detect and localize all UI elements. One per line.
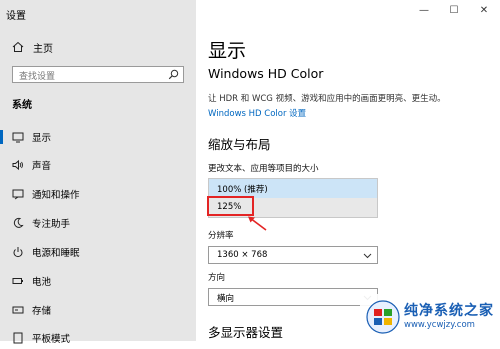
sidebar-item-focus-assist[interactable]: 专注助手	[0, 212, 196, 234]
pointer-arrow-icon	[248, 216, 267, 231]
search-input[interactable]: 查找设置	[12, 66, 184, 83]
windows-logo-icon	[366, 300, 400, 334]
orientation-label: 方向	[208, 273, 226, 283]
sidebar-item-display[interactable]: 显示	[0, 126, 196, 148]
sidebar-item-sound[interactable]: 声音	[0, 154, 196, 176]
scale-layout-heading: 缩放与布局	[208, 137, 271, 152]
resolution-value: 1360 × 768	[217, 250, 268, 260]
scale-option-label: 100% (推荐)	[217, 185, 268, 195]
sidebar-item-storage[interactable]: 存储	[0, 299, 196, 321]
maximize-button[interactable]: ☐	[443, 2, 465, 20]
watermark-url: www.ycwjzy.com	[404, 320, 475, 330]
chevron-down-icon	[363, 253, 372, 259]
hd-color-heading: Windows HD Color	[208, 66, 324, 81]
resolution-dropdown[interactable]: 1360 × 768	[208, 246, 378, 264]
scale-label: 更改文本、应用等项目的大小	[208, 164, 319, 174]
search-placeholder: 查找设置	[19, 72, 56, 82]
sidebar: 设置 主页 查找设置 系统 显示 声音 通知和操作 专注助手 电源和睡眠 电池 …	[0, 0, 196, 345]
sidebar-item-notifications[interactable]: 通知和操作	[0, 183, 196, 205]
tablet-icon	[13, 332, 23, 344]
window-title: 设置	[6, 11, 26, 22]
home-label: 主页	[33, 43, 53, 55]
sidebar-item-label: 显示	[32, 133, 52, 144]
moon-icon	[13, 217, 24, 228]
sidebar-item-label: 存储	[32, 306, 52, 317]
orientation-value: 横向	[217, 294, 235, 304]
sidebar-item-tablet-mode[interactable]: 平板模式	[0, 327, 196, 349]
hd-color-description: 让 HDR 和 WCG 视频、游戏和应用中的画面更明亮、更生动。	[208, 94, 446, 104]
speaker-icon	[12, 159, 23, 171]
sidebar-item-label: 平板模式	[32, 334, 71, 345]
hd-color-settings-link[interactable]: Windows HD Color 设置	[208, 107, 306, 119]
sidebar-item-label: 电源和睡眠	[32, 248, 80, 259]
home-icon	[12, 41, 24, 52]
highlight-box	[207, 196, 254, 216]
power-icon	[13, 247, 23, 258]
watermark: 纯净系统之家 www.ycwjzy.com	[360, 294, 500, 341]
multi-display-heading: 多显示器设置	[208, 325, 284, 340]
section-label: 系统	[12, 100, 32, 111]
sidebar-item-power[interactable]: 电源和睡眠	[0, 241, 196, 263]
storage-icon	[12, 306, 24, 314]
battery-icon	[12, 278, 23, 284]
sidebar-item-label: 声音	[32, 161, 52, 172]
monitor-icon	[12, 132, 24, 143]
sidebar-item-label: 通知和操作	[32, 190, 80, 201]
sidebar-item-label: 专注助手	[32, 219, 71, 230]
sidebar-item-label: 电池	[32, 277, 52, 288]
title-bar: — ☐ ✕	[196, 0, 500, 24]
close-button[interactable]: ✕	[473, 2, 495, 20]
minimize-button[interactable]: —	[413, 2, 435, 20]
notification-icon	[12, 189, 24, 200]
home-nav-item[interactable]: 主页	[12, 40, 53, 55]
resolution-label: 分辨率	[208, 231, 234, 241]
orientation-dropdown[interactable]: 横向	[208, 288, 378, 306]
watermark-name: 纯净系统之家	[404, 303, 494, 319]
sidebar-item-battery[interactable]: 电池	[0, 270, 196, 292]
page-title: 显示	[208, 40, 247, 62]
search-icon[interactable]	[168, 69, 179, 80]
